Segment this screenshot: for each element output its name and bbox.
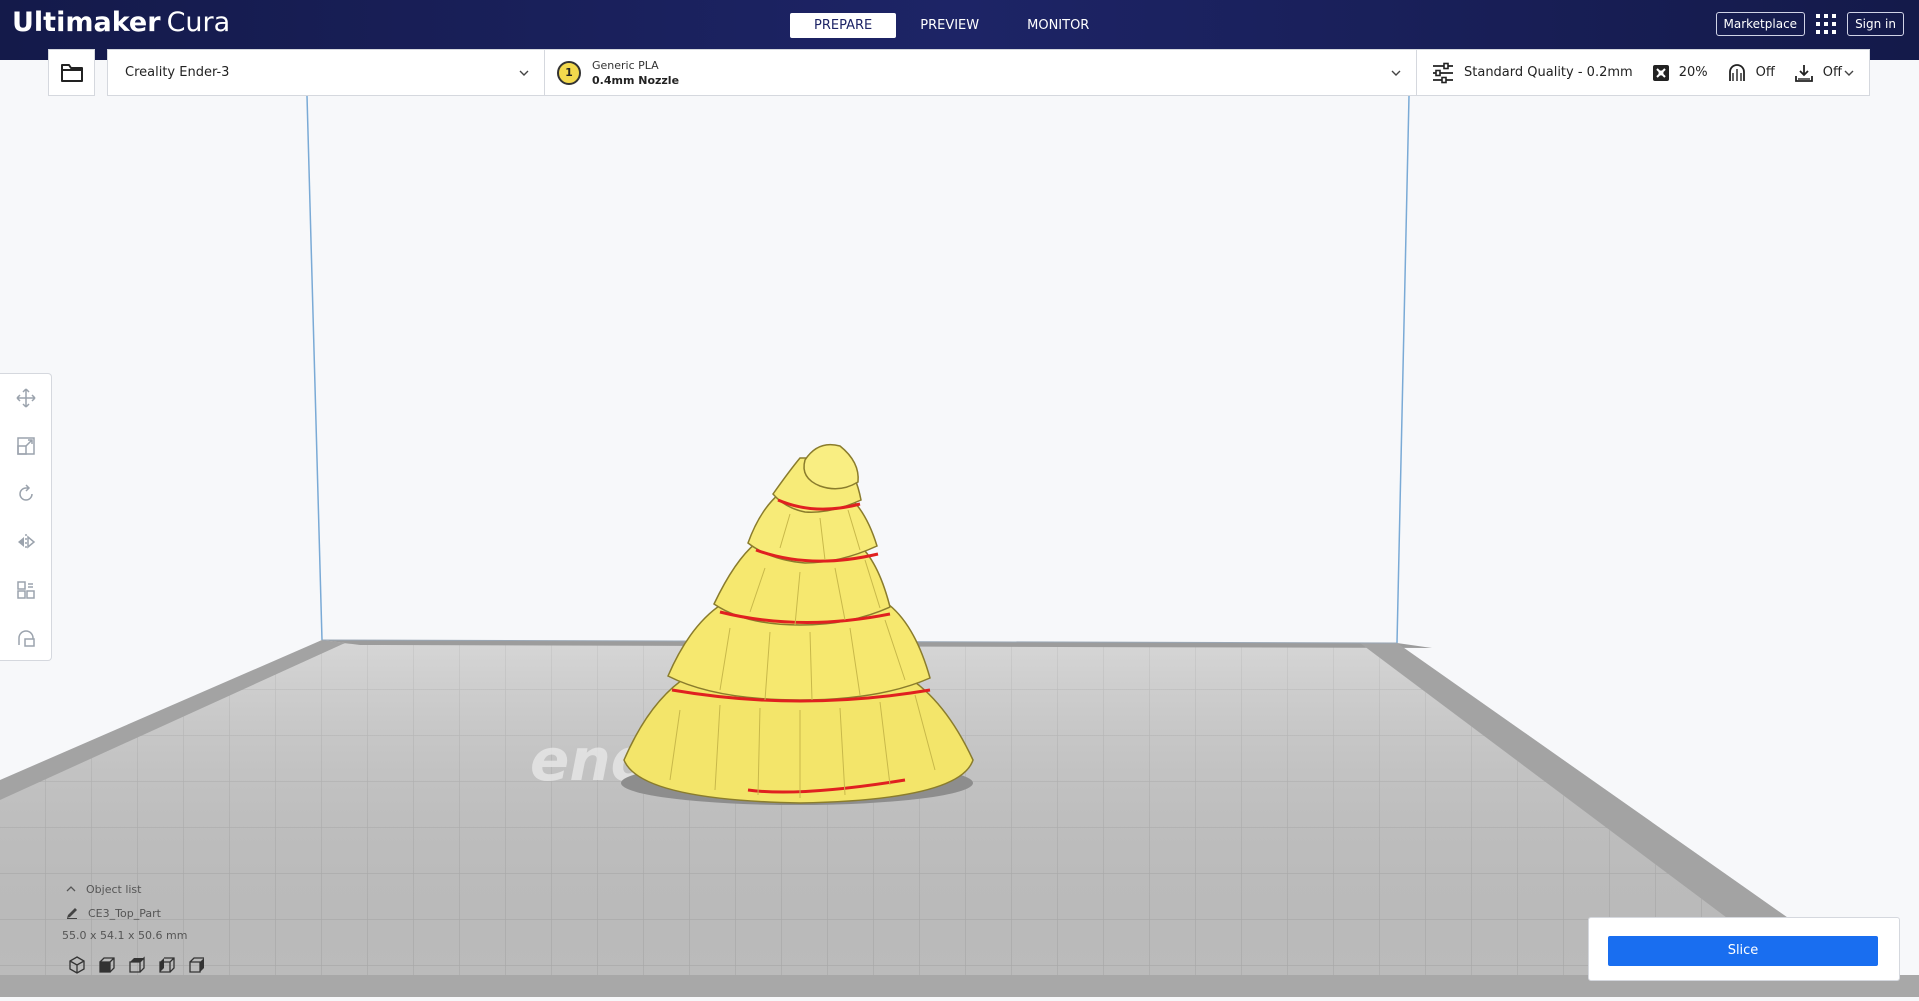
chevron-down-icon bbox=[519, 70, 529, 76]
tab-preview[interactable]: PREVIEW bbox=[896, 13, 1003, 38]
infill-value: 20% bbox=[1678, 65, 1708, 80]
support-blocker-tool[interactable] bbox=[0, 614, 52, 662]
object-dimensions: 55.0 x 54.1 x 50.6 mm bbox=[62, 929, 188, 942]
cube-top-icon bbox=[129, 956, 145, 973]
app-logo: Ultimaker Cura bbox=[12, 6, 230, 40]
scale-tool[interactable] bbox=[0, 422, 52, 470]
adhesion-value: Off bbox=[1822, 65, 1842, 80]
per-model-settings-icon bbox=[17, 581, 35, 599]
tool-panel bbox=[0, 373, 52, 661]
3d-model[interactable] bbox=[623, 443, 974, 804]
mirror-tool[interactable] bbox=[0, 518, 52, 566]
object-list-panel: Object list CE3_Top_Part 55.0 x 54.1 x 5… bbox=[62, 878, 322, 976]
view-left-button[interactable] bbox=[156, 954, 178, 976]
chevron-up-icon bbox=[66, 886, 76, 892]
material-selector[interactable]: 1 Generic PLA 0.4mm Nozzle bbox=[545, 50, 1417, 95]
object-list-toggle[interactable]: Object list bbox=[62, 878, 322, 900]
3d-viewport[interactable]: ender bbox=[0, 95, 1919, 1001]
printer-selector[interactable]: Creality Ender-3 bbox=[108, 50, 545, 95]
view-orientation-buttons bbox=[66, 954, 322, 976]
slice-button[interactable]: Slice bbox=[1608, 936, 1878, 966]
profile-setting: Standard Quality - 0.2mm bbox=[1431, 62, 1633, 84]
adhesion-setting: Off bbox=[1794, 63, 1842, 83]
apps-grid-icon[interactable] bbox=[1815, 13, 1837, 35]
view-front-button[interactable] bbox=[96, 954, 118, 976]
support-blocker-icon bbox=[18, 630, 35, 647]
build-volume-edge bbox=[306, 95, 323, 641]
printer-name: Creality Ender-3 bbox=[125, 65, 230, 80]
extruder-badge: 1 bbox=[557, 60, 581, 85]
action-panel: Slice bbox=[1588, 917, 1900, 981]
per-model-settings-tool[interactable] bbox=[0, 566, 52, 614]
folder-icon bbox=[60, 63, 83, 82]
rotate-tool[interactable] bbox=[0, 470, 52, 518]
pencil-icon bbox=[67, 908, 77, 919]
logo-brand: Ultimaker bbox=[12, 7, 161, 38]
scale-icon bbox=[17, 437, 35, 455]
stage-tabs: PREPARE PREVIEW MONITOR bbox=[790, 13, 1113, 38]
object-name-row[interactable]: CE3_Top_Part bbox=[62, 902, 322, 924]
print-settings-selector[interactable]: Standard Quality - 0.2mm 20% Off Off bbox=[1417, 50, 1869, 95]
header-actions: Marketplace Sign in bbox=[1715, 12, 1904, 36]
move-icon bbox=[16, 388, 36, 408]
support-setting: Off bbox=[1727, 63, 1775, 83]
tab-monitor[interactable]: MONITOR bbox=[1003, 13, 1113, 38]
cube-front-icon bbox=[99, 957, 115, 973]
cube-right-icon bbox=[189, 957, 204, 973]
build-volume-scene: ender bbox=[0, 95, 1919, 1001]
profile-label: Standard Quality - 0.2mm bbox=[1464, 65, 1633, 80]
machine-selector-panel: Creality Ender-3 1 Generic PLA 0.4mm Noz… bbox=[107, 49, 1870, 96]
material-name: Generic PLA bbox=[592, 58, 659, 72]
open-file-button[interactable] bbox=[48, 49, 95, 96]
sliders-icon bbox=[1433, 62, 1453, 83]
object-list-header: Object list bbox=[86, 882, 142, 896]
view-right-button[interactable] bbox=[186, 954, 208, 976]
view-3d-button[interactable] bbox=[66, 954, 88, 976]
infill-setting: 20% bbox=[1652, 64, 1708, 82]
logo-product: Cura bbox=[166, 7, 231, 38]
cube-3d-icon bbox=[69, 956, 85, 974]
view-top-button[interactable] bbox=[126, 954, 148, 976]
rotate-icon bbox=[19, 484, 33, 501]
cube-left-icon bbox=[159, 957, 175, 973]
chevron-down-icon bbox=[1391, 70, 1401, 76]
object-name: CE3_Top_Part bbox=[88, 906, 161, 920]
tab-prepare[interactable]: PREPARE bbox=[790, 13, 897, 38]
adhesion-icon bbox=[1794, 64, 1813, 82]
machine-header: Creality Ender-3 1 Generic PLA 0.4mm Noz… bbox=[48, 49, 1870, 96]
nozzle-size: 0.4mm Nozzle bbox=[592, 73, 680, 87]
support-value: Off bbox=[1755, 65, 1775, 80]
chevron-down-icon bbox=[1844, 70, 1854, 76]
mirror-icon bbox=[18, 534, 36, 550]
support-icon bbox=[1728, 63, 1745, 81]
move-tool[interactable] bbox=[0, 374, 52, 422]
marketplace-button[interactable]: Marketplace bbox=[1715, 12, 1806, 36]
sign-in-button[interactable]: Sign in bbox=[1847, 12, 1904, 36]
infill-icon bbox=[1652, 64, 1669, 81]
